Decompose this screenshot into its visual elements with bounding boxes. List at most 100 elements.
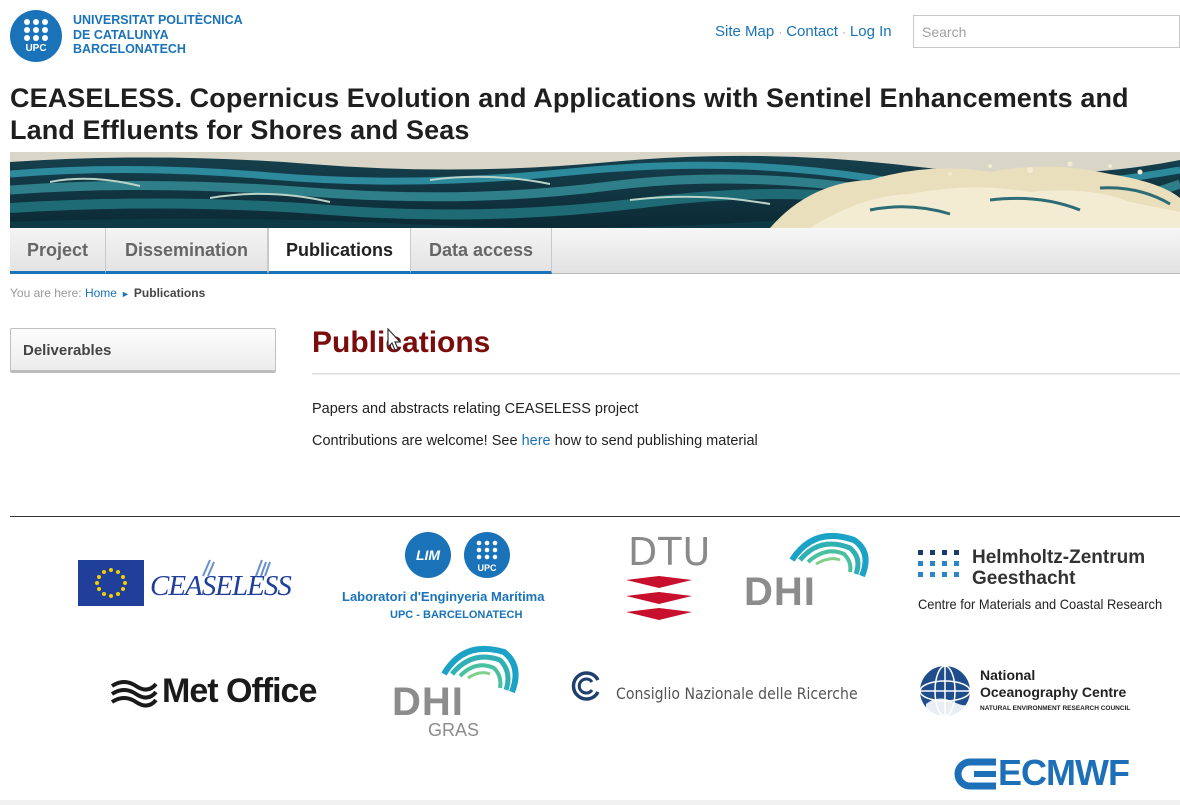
mouse-cursor-icon [387, 328, 402, 351]
site-title-segment: hores and [268, 115, 407, 145]
sidebar-item-label: Deliverables [23, 342, 112, 359]
hzg-line-3: Centre for Materials and Coastal Researc… [918, 596, 1163, 612]
hzg-line-1: Helmholtz-Zentrum [972, 547, 1146, 568]
dhi-wordmark: DHI [744, 570, 816, 614]
dhi-gras-logo[interactable]: DHI GRAS [392, 640, 522, 744]
hzg-line-2: Geesthacht [972, 568, 1076, 589]
site-map-link[interactable]: Site Map [715, 23, 774, 40]
site-title-bold-segment: S [766, 83, 785, 113]
site-title-bold-segment: C [189, 83, 210, 113]
top-bar: UPC UNIVERSITAT POLITÈCNICA DE CATALUNYA… [0, 0, 1180, 70]
noc-line-3: NATURAL ENVIRONMENT RESEARCH COUNCIL [980, 705, 1131, 712]
intro-paragraph: Papers and abstracts relating CEASELESS … [312, 401, 639, 417]
search-input[interactable] [913, 15, 1180, 48]
noc-logo[interactable]: National Oceanography Centre NATURAL ENV… [918, 664, 1168, 720]
ecmwf-logo[interactable]: ECMWF [948, 752, 1163, 796]
noc-line-1: National [980, 667, 1036, 683]
contributions-paragraph: Contributions are welcome! See here how … [312, 433, 758, 449]
upc-badge-label: UPC [477, 563, 497, 573]
tab-label: Publications [285, 240, 393, 260]
breadcrumb-home-link[interactable]: Home [85, 286, 117, 300]
lim-badge-icon: LIM [405, 532, 451, 578]
noc-line-2: Oceanography Centre [980, 684, 1127, 700]
wave-banner-image [10, 152, 1180, 228]
tab-label: Dissemination [124, 240, 249, 260]
link-separator: · [778, 25, 783, 39]
site-title-bold-segment: L [10, 115, 27, 145]
upc-badge-icon: UPC [464, 532, 510, 578]
log-in-link[interactable]: Log In [850, 23, 892, 40]
tab-data-access[interactable]: Data access [411, 228, 552, 274]
main-nav: Project Dissemination Publications Data … [10, 228, 1180, 274]
lim-name: Laboratori d'Enginyeria Marítima [342, 589, 545, 604]
lim-badge-label: LIM [415, 547, 441, 563]
site-title-bold-segment: CEASELESS [10, 83, 175, 113]
site-title-segment: entinel [784, 83, 880, 113]
cnr-logo[interactable]: Consiglio Nazionale delle Ricerche [570, 670, 870, 710]
breadcrumb-arrow-icon: ► [120, 289, 130, 299]
site-title-bold-segment: A [533, 83, 553, 113]
tab-dissemination[interactable]: Dissemination [106, 228, 268, 274]
gras-wordmark: GRAS [428, 720, 480, 740]
contributions-text: Contributions are welcome! See [312, 433, 522, 449]
ceaseless-logo[interactable]: CEASELESS [78, 558, 292, 608]
top-links: Site Map · Contact · Log In [715, 23, 892, 40]
tab-publications[interactable]: Publications [268, 228, 411, 274]
site-title-bold-segment: S [406, 115, 425, 145]
site-title-bold-segment: E [82, 115, 101, 145]
dhi-logo[interactable]: DHI [744, 530, 870, 614]
breadcrumb-prefix: You are here: [10, 286, 82, 300]
site-title-segment: and [26, 115, 83, 145]
page-bottom-strip [0, 800, 1180, 805]
site-title: CEASELESS. Copernicus Evolution and Appl… [10, 82, 1180, 146]
tab-label: Data access [428, 240, 534, 260]
lim-logo[interactable]: LIM UPC Laboratori d'Enginyeria Marítima… [340, 532, 580, 624]
site-title-segment: pplications with [552, 83, 767, 113]
site-title-segment: ffluents for [100, 115, 251, 145]
tab-project[interactable]: Project [10, 228, 106, 274]
hzg-dots-icon [918, 550, 959, 577]
site-title-segment: opernicus [209, 83, 347, 113]
site-title-bold-segment: E [346, 83, 365, 113]
university-name-line-1: UNIVERSITAT POLITÈCNICA [73, 13, 243, 27]
hzg-logo[interactable]: Helmholtz-Zentrum Geesthacht Centre for … [918, 547, 1168, 613]
met-office-logo[interactable]: Met Office [110, 672, 335, 716]
upc-dots-icon [476, 540, 498, 560]
cnr-wordmark: Consiglio Nazionale delle Ricerche [616, 684, 858, 703]
ecmwf-wordmark: ECMWF [998, 752, 1130, 793]
university-name-line-2: DE CATALUNYA [73, 27, 169, 42]
dhi-gras-wordmark: DHI [392, 680, 464, 724]
site-title-segment: . [174, 83, 190, 113]
upc-abbr: UPC [25, 43, 47, 54]
site-title-bold-segment: S [250, 115, 269, 145]
contributions-text-end: how to send publishing material [550, 433, 758, 449]
site-title-bold-segment: E [879, 83, 898, 113]
ecmwf-emblem-icon [954, 758, 996, 790]
tab-label: Project [26, 240, 89, 260]
site-title-segment: eas [424, 115, 470, 145]
breadcrumb-current: Publications [133, 286, 206, 300]
footer-divider [10, 516, 1180, 517]
title-divider [312, 373, 1180, 375]
met-office-wordmark: Met Office [162, 672, 317, 710]
contact-link[interactable]: Contact [786, 23, 838, 40]
here-link[interactable]: here [522, 433, 551, 449]
dtu-logo[interactable]: DTU [626, 530, 710, 630]
met-office-waves-icon [110, 680, 158, 708]
dtu-stripes-icon [626, 576, 692, 620]
upc-logo[interactable]: UPC [10, 10, 62, 62]
lim-subtitle: UPC - BARCELONATECH [390, 609, 523, 621]
breadcrumb: You are here: Home ► Publications [10, 286, 205, 300]
site-title-segment: volution and [364, 83, 534, 113]
university-name[interactable]: UNIVERSITAT POLITÈCNICA DE CATALUNYA BAR… [73, 13, 243, 57]
cnr-emblem-icon [571, 671, 600, 701]
sidebar-item-deliverables[interactable]: Deliverables [10, 328, 276, 373]
dtu-wordmark: DTU [628, 530, 712, 574]
eu-flag-icon [78, 560, 144, 606]
ceaseless-glyph-icon [202, 559, 271, 577]
noc-globe-icon [919, 665, 971, 718]
upc-dots-icon [24, 19, 48, 41]
site-title-segment: nhancements and [897, 83, 1129, 113]
link-separator: · [841, 25, 846, 39]
university-name-line-3: BARCELONATECH [73, 42, 186, 56]
